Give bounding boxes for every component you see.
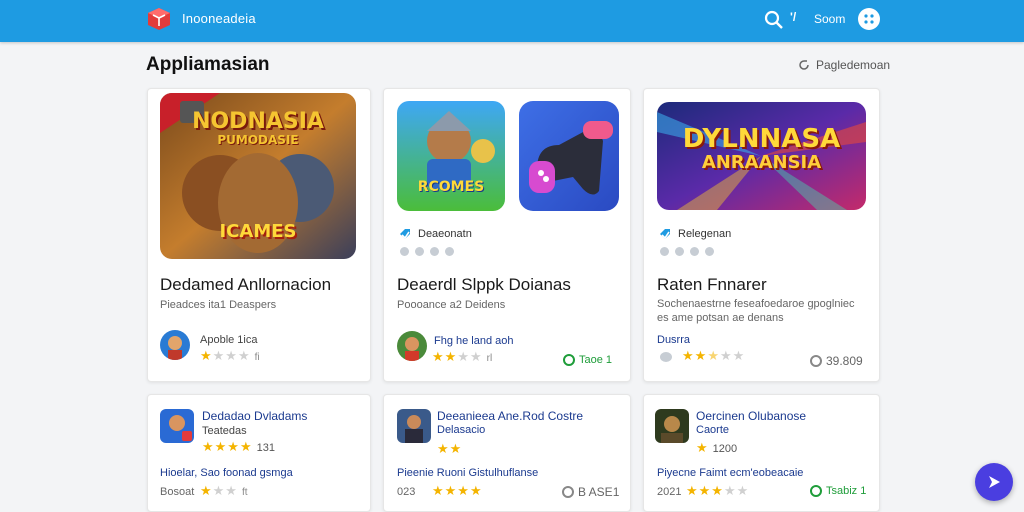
art-title: RCOMES: [417, 179, 485, 195]
item-footer: Piyecne Faimt ecm'eobeacaie: [657, 467, 804, 479]
list-item[interactable]: Dedadao Dvladams Teatedas ★★★★ 131 Hioela…: [147, 394, 371, 512]
rating-stars: ★★: [437, 441, 463, 456]
art-title: DYLNNASA: [682, 124, 841, 154]
avatar: [397, 331, 427, 361]
rating-count: 131: [256, 442, 275, 454]
tag-icon: [660, 229, 670, 240]
list-item[interactable]: Oercinen Olubanose Caorte ★ 1200 Piyecne …: [643, 394, 880, 512]
author: Apoble 1ica: [200, 334, 258, 346]
status-badge[interactable]: Taoe 1: [563, 354, 612, 366]
item-number: Bosoat: [160, 486, 195, 498]
item-footer: Hioelar, Sao foonad gsmga: [160, 467, 293, 479]
item-subtitle: Delasacio: [437, 424, 486, 436]
avatar: [160, 330, 190, 360]
item-title[interactable]: Oercinen Olubanose: [696, 409, 806, 423]
rating-stars: ★★★★ 131: [202, 439, 275, 454]
tag-icon: [400, 229, 410, 240]
app-thumbnail: [160, 409, 194, 443]
download-count: B ASE1: [562, 485, 619, 499]
refresh-icon: [799, 60, 809, 70]
card-subtitle: Pieadces ita1 Deaspers: [160, 299, 277, 311]
featured-card[interactable]: NODNASIA PUMODASIE ICAMES Dedamed Anllor…: [147, 88, 371, 382]
card-subtitle: Sochenaestrne feseafoedaroe gpoglniec es…: [657, 298, 855, 324]
rating-count: 1200: [712, 443, 738, 455]
card-title[interactable]: Dedamed Anllornacion: [160, 275, 331, 295]
art-subtitle: PUMODASIE: [217, 133, 299, 147]
rating-stars: ★★★★ fi: [200, 348, 260, 363]
item-subtitle: Caorte: [696, 424, 730, 436]
section-title: Appliamasian: [146, 54, 270, 75]
item-title[interactable]: Dedadao Dvladams: [202, 409, 307, 423]
mark-icon: '/: [790, 10, 797, 24]
rating-count: fi: [254, 352, 260, 363]
rating-count: rl: [486, 353, 493, 364]
card-title[interactable]: Raten Fnnarer: [657, 275, 767, 295]
account-icon[interactable]: [858, 8, 880, 30]
game-art: NODNASIA PUMODASIE ICAMES: [160, 93, 356, 259]
item-subtitle: Teatedas: [202, 425, 247, 437]
category-label: Deaeonatn: [398, 227, 472, 241]
item-number: 2021: [657, 486, 682, 498]
section-link-label: Pagledemoan: [816, 58, 891, 72]
footer-rating: ★★★ ft: [200, 483, 248, 498]
featured-card[interactable]: DYLNNASA ANRAANSIA Relegenan Raten Fnnar…: [643, 88, 880, 382]
play-arrow-icon[interactable]: [975, 463, 1013, 501]
controller-art: [519, 101, 619, 211]
section-link[interactable]: Pagledemoan: [798, 58, 890, 72]
category-label: Relegenan: [658, 227, 731, 241]
art-subtitle: ANRAANSIA: [701, 152, 822, 173]
author: Dusrra: [657, 334, 691, 346]
footer-rating: ★★★★: [432, 483, 483, 498]
card-title[interactable]: Deaerdl Slppk Doianas: [397, 275, 571, 295]
item-number: 023: [397, 486, 416, 498]
game-art: RCOMES: [397, 101, 505, 211]
pager-dots[interactable]: [660, 247, 714, 256]
rating-stars: ★ 1200: [696, 440, 738, 455]
rating-stars: ★★★★★: [660, 348, 745, 364]
game-art: DYLNNASA ANRAANSIA: [657, 102, 866, 210]
top-bar: Inooneadeia '/ Soom: [0, 0, 1024, 42]
cube-logo-icon[interactable]: [146, 6, 172, 32]
art-caption: ICAMES: [219, 221, 297, 242]
app-brand: Inooneadeia: [182, 11, 256, 26]
list-item[interactable]: Deeanieea Ane.Rod Costre Delasacio ★★ Pi…: [383, 394, 631, 512]
rating-stars: ★★★★ rl: [432, 349, 493, 364]
download-count: 39.809: [810, 354, 863, 368]
status-badge[interactable]: Tsabiz 1: [810, 485, 866, 497]
footer-rating: ★★★★★: [686, 483, 750, 498]
card-subtitle: Poooance a2 Deidens: [397, 299, 506, 311]
pager-dots[interactable]: [400, 247, 454, 256]
app-thumbnail: [397, 409, 431, 443]
search-label[interactable]: Soom: [814, 12, 845, 26]
art-title: NODNASIA: [192, 109, 324, 134]
item-footer: Pieenie Ruoni Gistulhuflanse: [397, 467, 539, 479]
search-icon[interactable]: [764, 10, 784, 30]
author: Fhg he land aoh: [434, 335, 514, 347]
item-title[interactable]: Deeanieea Ane.Rod Costre: [437, 409, 583, 423]
app-thumbnail: [655, 409, 689, 443]
featured-card[interactable]: RCOMES Deaeonatn Deaerdl Slppk Doianas P…: [383, 88, 631, 382]
